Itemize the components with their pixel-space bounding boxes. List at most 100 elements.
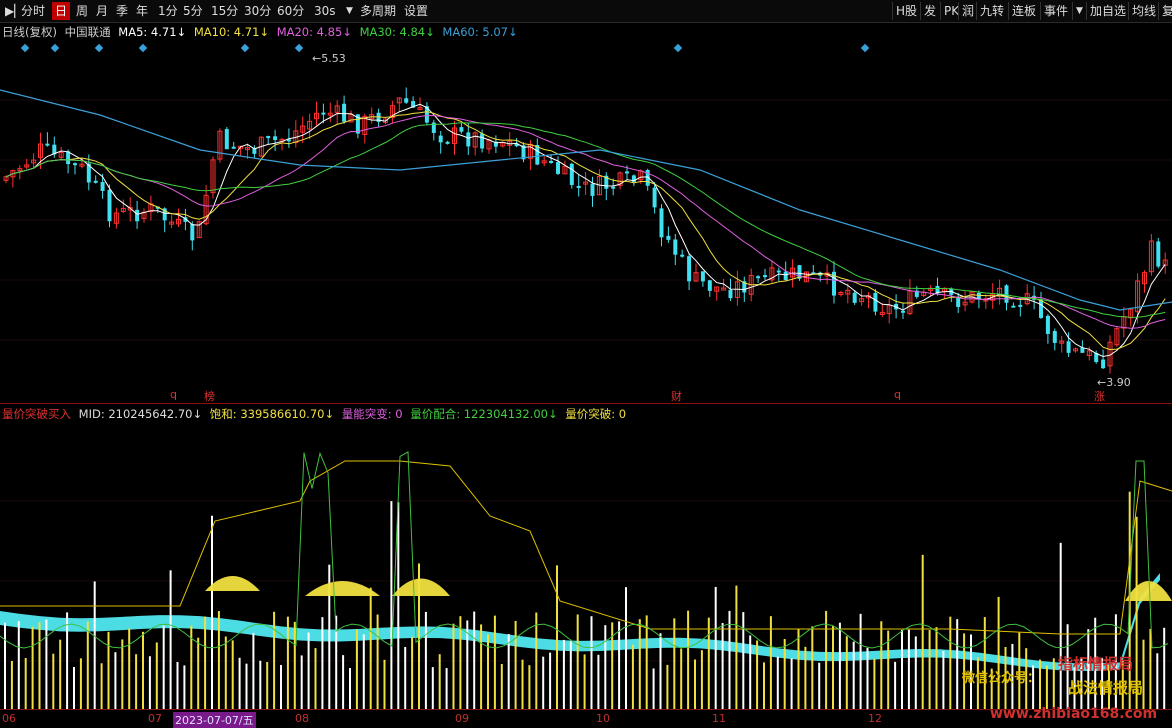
tab-15min[interactable]: 15分 [208, 2, 241, 20]
candle-body [756, 276, 761, 279]
volume-bar [873, 658, 876, 709]
volume-bar [314, 648, 317, 709]
events-dropdown-icon[interactable]: ▼ [1072, 2, 1086, 20]
volume-bar [652, 668, 655, 709]
volume-bar [811, 626, 814, 709]
tab-quarterly[interactable]: 季 [113, 2, 131, 20]
tab-weekly[interactable]: 周 [73, 2, 91, 20]
volume-bar [756, 640, 759, 709]
dropdown-icon[interactable]: ▼ [343, 2, 356, 20]
volume-bar [121, 639, 124, 709]
volume-bar [790, 658, 793, 709]
volume-bar [1045, 665, 1048, 709]
event-marker[interactable]: q [170, 388, 177, 401]
date-axis: 06 07 2023-07-07/五 08 09 10 11 12 www.zh… [0, 706, 1172, 728]
volume-bar [183, 665, 186, 709]
run-button[interactable]: 润 [958, 2, 977, 20]
volume-bar [721, 623, 724, 709]
volume-hump [305, 581, 380, 596]
event-marker[interactable]: 榜 [204, 388, 215, 404]
indicator-name[interactable]: 量价突破买入 [2, 407, 71, 421]
volume-price-match-value: 量价配合: 122304132.00↓ [410, 407, 558, 421]
restore-button[interactable]: 复 [1158, 2, 1172, 20]
candle-body [321, 112, 326, 115]
kline-chart[interactable]: ←5.53 ←3.90 q 榜 财 q 涨 [0, 40, 1172, 404]
candle-body [873, 292, 878, 312]
volume-bar [1163, 627, 1166, 709]
hk-share-button[interactable]: H股 [892, 2, 920, 20]
volume-bar [362, 634, 365, 709]
volume-bar [832, 625, 834, 709]
volume-bar [997, 596, 1000, 709]
candle-body [763, 275, 767, 278]
volume-bar [445, 668, 448, 709]
volume-bar [666, 664, 669, 709]
multi-period-button[interactable]: 多周期 [357, 2, 399, 20]
tab-fenshi[interactable]: 分时 [18, 2, 48, 20]
volume-bar [107, 631, 110, 709]
event-marker[interactable]: 涨 [1094, 388, 1105, 404]
volume-bar [38, 622, 41, 709]
candle-body [1052, 330, 1057, 343]
fa-button[interactable]: 发 [920, 2, 939, 20]
ma20-value: MA20: 4.85↓ [276, 25, 352, 39]
volume-bar [473, 611, 476, 709]
volume-bar [280, 664, 282, 709]
volume-bar [286, 616, 289, 709]
volume-bar [24, 658, 27, 709]
add-watchlist-button[interactable]: 加自选 [1086, 2, 1129, 20]
ma-button[interactable]: 均线 [1128, 2, 1159, 20]
tab-monthly[interactable]: 月 [93, 2, 111, 20]
volume-bar [776, 656, 779, 709]
volume-bar [804, 646, 807, 709]
volume-bar [728, 610, 731, 709]
saturation-value: 饱和: 339586610.70↓ [209, 407, 335, 421]
settings-button[interactable]: 设置 [401, 2, 431, 20]
candle-body [590, 183, 595, 196]
volume-bar [542, 656, 545, 709]
candle-body [535, 145, 540, 165]
volume-bar [528, 665, 531, 709]
volume-bar [618, 621, 621, 709]
tab-1min[interactable]: 1分 [155, 2, 181, 20]
volume-bar [59, 639, 62, 709]
volume-bar [1052, 658, 1055, 709]
volume-bar [714, 586, 717, 709]
candle-body [611, 186, 616, 189]
candle-body [445, 141, 450, 144]
candle-body [776, 270, 781, 273]
tab-30s[interactable]: 30s [311, 2, 339, 20]
volume-indicator-chart[interactable]: 指标情报局 微信公众号： 战法情报局 [0, 421, 1172, 709]
jiuzhuan-button[interactable]: 九转 [976, 2, 1007, 20]
volume-bar [749, 635, 752, 709]
volume-bar [562, 639, 565, 709]
volume-bar [176, 661, 179, 709]
candle-body [135, 209, 140, 222]
volume-bar [914, 636, 917, 709]
panel-divider[interactable] [0, 403, 1172, 404]
volume-bar [631, 644, 634, 709]
tab-30min[interactable]: 30分 [241, 2, 274, 20]
lianban-button[interactable]: 连板 [1008, 2, 1039, 20]
volume-bar [514, 620, 517, 709]
candle-body [728, 289, 733, 299]
stock-name[interactable]: 中国联通 [65, 25, 111, 39]
event-marker[interactable]: q [894, 388, 901, 401]
volume-svg [0, 451, 1172, 709]
volume-bar [148, 656, 151, 709]
tab-daily[interactable]: 日 [52, 2, 71, 20]
event-marker[interactable]: 财 [671, 388, 682, 404]
volume-bar [369, 587, 372, 709]
volume-bar [224, 636, 227, 709]
tab-yearly[interactable]: 年 [133, 2, 151, 20]
tab-5min[interactable]: 5分 [180, 2, 206, 20]
volume-bar [390, 501, 393, 709]
tab-60min[interactable]: 60分 [274, 2, 307, 20]
candle-body [1011, 305, 1016, 308]
date-tick: 10 [596, 712, 610, 725]
volume-bar [694, 659, 696, 709]
events-button[interactable]: 事件 [1040, 2, 1071, 20]
high-price-value: 5.53 [321, 52, 346, 65]
volume-price-break-value: 量价突破: 0 [565, 407, 627, 421]
volume-bar [114, 652, 117, 709]
